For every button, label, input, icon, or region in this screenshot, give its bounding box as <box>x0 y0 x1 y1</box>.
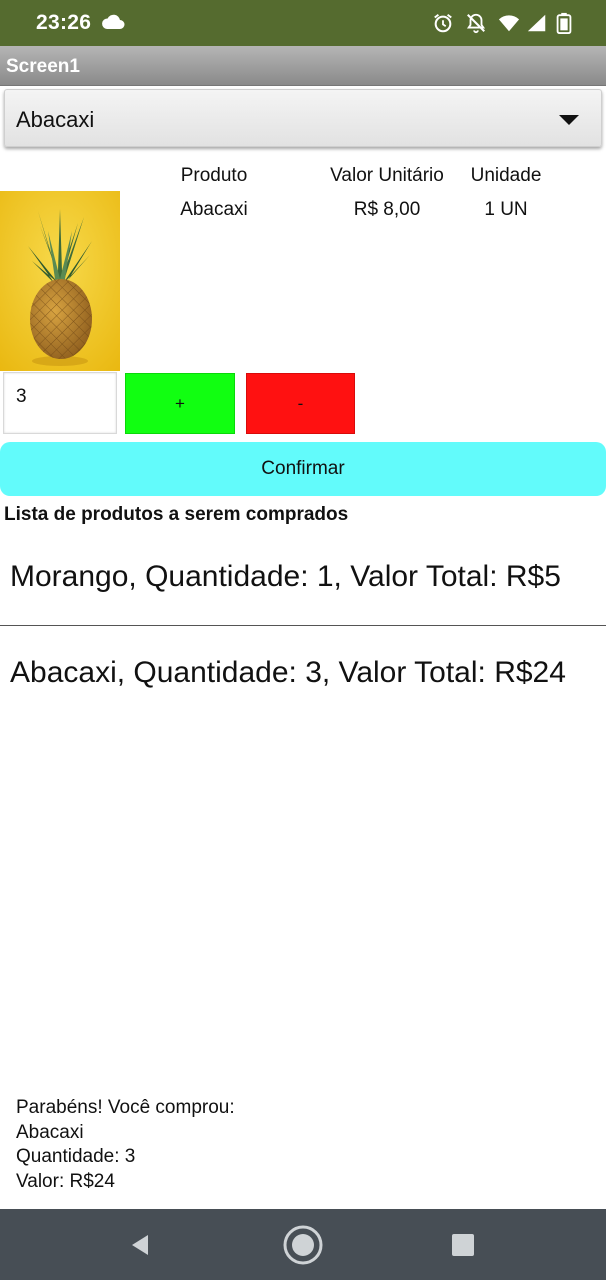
screen-title: Screen1 <box>6 56 80 77</box>
product-dropdown[interactable]: Abacaxi <box>4 89 602 147</box>
list-divider <box>0 625 606 626</box>
header-produto: Produto <box>180 165 248 186</box>
cell-valor-unitario: R$ 8,00 <box>353 199 421 220</box>
list-item[interactable]: Abacaxi, Quantidade: 3, Valor Total: R$2… <box>10 656 566 690</box>
quantity-value: 3 <box>16 386 27 407</box>
wifi-icon <box>498 15 520 32</box>
title-bar: Screen1 <box>0 46 606 86</box>
pineapple-image <box>0 191 120 371</box>
message-line: Valor: R$24 <box>16 1170 115 1192</box>
confirm-button[interactable]: Confirmar <box>0 442 606 496</box>
decrease-quantity-button[interactable]: - <box>246 373 355 434</box>
purchase-message: Parabéns! Você comprou: Abacaxi Quantida… <box>16 1096 235 1194</box>
back-icon[interactable] <box>118 1223 162 1267</box>
status-time: 23:26 <box>36 11 92 34</box>
header-unidade: Unidade <box>470 165 542 186</box>
dropdown-arrow-icon <box>559 115 579 125</box>
header-valor-unitario: Valor Unitário <box>330 165 444 186</box>
recents-icon[interactable] <box>441 1223 485 1267</box>
signal-icon <box>527 14 546 32</box>
status-bar: 23:26 <box>0 0 606 46</box>
cell-unidade: 1 UN <box>484 199 528 220</box>
battery-icon <box>556 12 572 34</box>
home-icon[interactable] <box>281 1223 325 1267</box>
message-line: Quantidade: 3 <box>16 1146 136 1167</box>
increase-quantity-button[interactable]: + <box>125 373 235 434</box>
alarm-icon <box>434 13 452 33</box>
navigation-bar <box>0 1209 606 1280</box>
list-item[interactable]: Morango, Quantidade: 1, Valor Total: R$5 <box>10 560 561 594</box>
quantity-input[interactable]: 3 <box>3 372 117 434</box>
message-line: Parabéns! Você comprou: <box>16 1097 235 1118</box>
dropdown-selected-value: Abacaxi <box>16 107 95 132</box>
notifications-off-icon <box>466 13 486 34</box>
list-title: Lista de produtos a serem comprados <box>4 504 349 525</box>
cell-produto: Abacaxi <box>180 199 248 220</box>
message-line: Abacaxi <box>16 1121 84 1143</box>
cloud-icon <box>102 14 125 29</box>
